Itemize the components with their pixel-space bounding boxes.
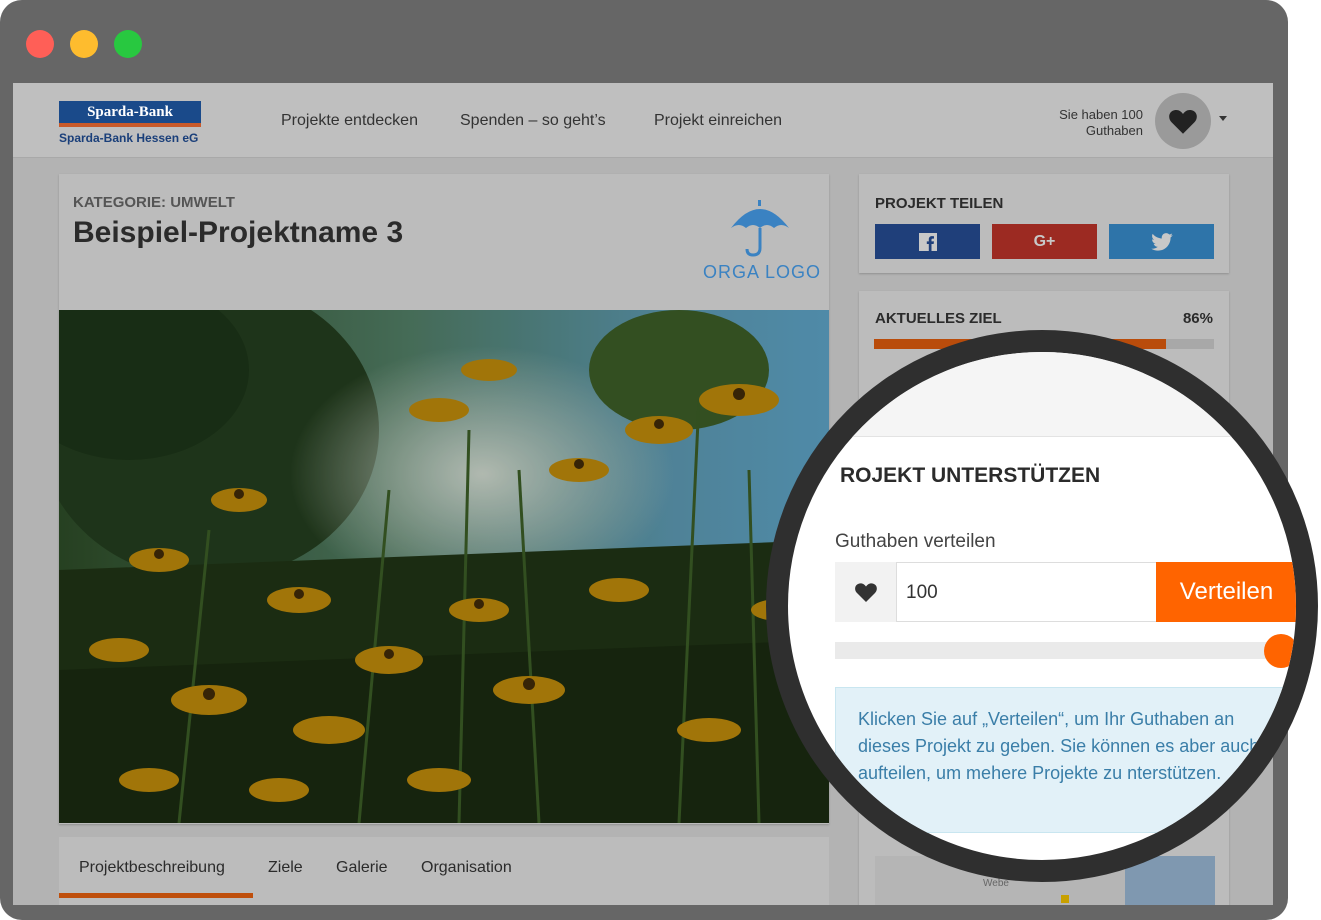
twitter-share-button[interactable] <box>1109 224 1214 259</box>
project-category: KATEGORIE: UMWELT <box>73 194 235 211</box>
magnifier-overlay: ROJEKT UNTERSTÜTZEN Guthaben verteilen 1… <box>766 330 1318 882</box>
bank-logo-title: Sparda-Bank <box>87 103 173 120</box>
tab-galerie[interactable]: Galerie <box>336 859 388 877</box>
site-header: Sparda-Bank Sparda-Bank Hessen eG Projek… <box>13 83 1273 158</box>
project-card: KATEGORIE: UMWELT Beispiel-Projektname 3… <box>59 174 829 824</box>
orga-logo-text: ORGA LOGO <box>703 262 822 282</box>
bank-logo-subtitle: Sparda-Bank Hessen eG <box>59 131 199 145</box>
credit-balance: Sie haben 100 Guthaben <box>1059 107 1143 139</box>
active-tab-indicator <box>59 893 253 898</box>
window-minimize-button[interactable] <box>70 30 98 58</box>
account-menu-button[interactable] <box>1155 93 1211 149</box>
nav-spenden[interactable]: Spenden – so geht’s <box>460 112 606 130</box>
verteilen-button[interactable]: Verteilen <box>1156 562 1296 622</box>
page-title: Beispiel-Projektname 3 <box>73 216 404 249</box>
heart-icon <box>1169 110 1197 134</box>
chevron-down-icon[interactable] <box>1219 116 1227 121</box>
bank-logo[interactable]: Sparda-Bank <box>59 101 201 127</box>
project-photo <box>59 310 829 823</box>
google-plus-share-button[interactable]: G+ <box>992 224 1097 259</box>
facebook-icon <box>918 232 937 251</box>
credit-line-1: Sie haben 100 <box>1059 107 1143 122</box>
credit-slider-track[interactable] <box>835 642 1285 659</box>
google-plus-icon: G+ <box>1033 232 1056 250</box>
nav-projekt-einreichen[interactable]: Projekt einreichen <box>654 112 782 130</box>
credit-distribute-label: Guthaben verteilen <box>835 531 996 552</box>
support-heading: ROJEKT UNTERSTÜTZEN <box>840 464 1101 487</box>
credit-line-2: Guthaben <box>1085 123 1143 138</box>
window-maximize-button[interactable] <box>114 30 142 58</box>
nav-projekte-entdecken[interactable]: Projekte entdecken <box>281 112 418 130</box>
goal-heading: AKTUELLES ZIEL <box>875 310 1002 327</box>
project-tabs: Projektbeschreibung Ziele Galerie Organi… <box>59 837 829 905</box>
share-heading: PROJEKT TEILEN <box>875 195 1004 212</box>
window-close-button[interactable] <box>26 30 54 58</box>
credit-amount-value[interactable]: 100 <box>906 582 938 604</box>
twitter-icon <box>1150 232 1173 251</box>
tab-organisation[interactable]: Organisation <box>421 859 512 877</box>
tab-projektbeschreibung[interactable]: Projektbeschreibung <box>79 859 225 877</box>
credit-input-addon <box>835 562 897 622</box>
goal-percent: 86% <box>1182 310 1213 327</box>
credit-slider-handle[interactable] <box>1264 634 1296 668</box>
umbrella-icon <box>731 200 789 257</box>
tab-ziele[interactable]: Ziele <box>268 859 303 877</box>
share-panel: PROJEKT TEILEN G+ <box>859 174 1229 273</box>
facebook-share-button[interactable] <box>875 224 980 259</box>
heart-icon <box>854 583 877 602</box>
support-info-box: Klicken Sie auf „Verteilen“, um Ihr Guth… <box>835 687 1296 833</box>
